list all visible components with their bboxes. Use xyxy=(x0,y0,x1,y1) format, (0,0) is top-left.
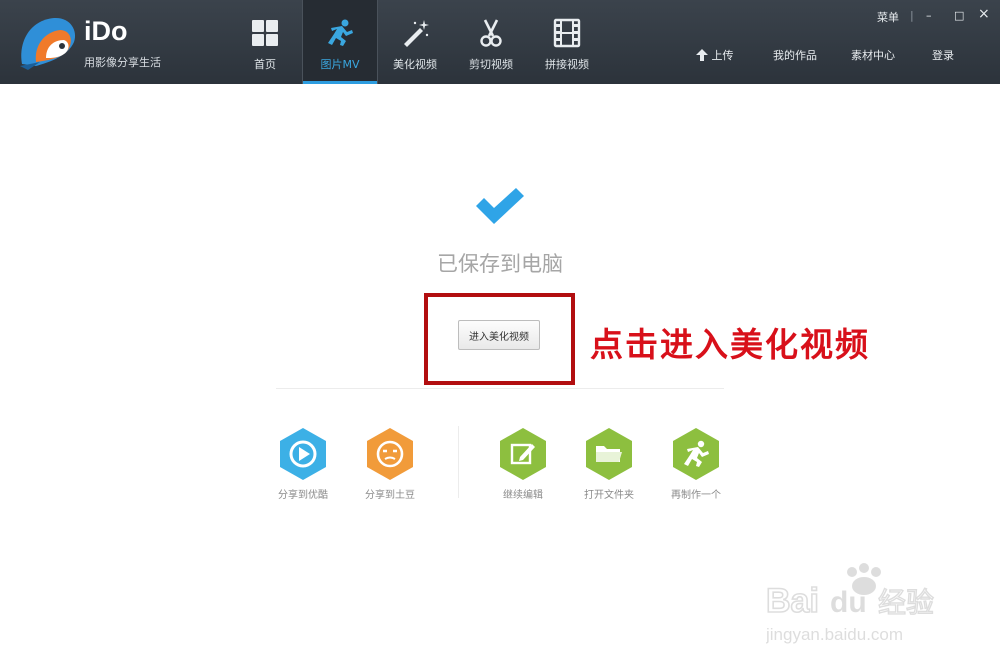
nav-cut-video[interactable]: 剪切视频 xyxy=(454,0,528,84)
svg-text:du: du xyxy=(830,586,867,619)
minimize-button[interactable]: – xyxy=(926,9,932,22)
ido-logo-icon xyxy=(20,17,76,70)
scissors-icon xyxy=(480,19,502,47)
action-label: 分享到土豆 xyxy=(365,490,415,501)
film-strip-icon xyxy=(553,18,581,48)
nav-photo-mv[interactable]: 图片MV xyxy=(302,0,378,84)
running-man-icon xyxy=(328,19,353,46)
top-bar: iDo 用影像分享生活 首页 图片MV 美化视频 剪切视频 拼接视频 菜单 | … xyxy=(0,0,1000,84)
action-label: 再制作一个 xyxy=(671,490,721,501)
svg-text:Bai: Bai xyxy=(766,582,819,620)
tudou-icon xyxy=(367,428,413,480)
baidu-jingyan-watermark: Bai du 经验 jingyan.baidu.com xyxy=(766,563,935,644)
open-folder-button[interactable]: 打开文件夹 xyxy=(569,426,649,501)
action-label: 打开文件夹 xyxy=(584,490,634,501)
window-separator: | xyxy=(910,9,914,22)
magic-wand-icon xyxy=(404,20,429,47)
maximize-button[interactable]: □ xyxy=(954,9,964,22)
login-link[interactable]: 登录 xyxy=(932,47,954,63)
nav-label: 美化视频 xyxy=(393,58,437,71)
edit-icon xyxy=(500,428,546,480)
share-youku-button[interactable]: 分享到优酷 xyxy=(263,426,343,501)
action-label: 分享到优酷 xyxy=(278,490,328,501)
checkmark-icon xyxy=(476,188,524,224)
my-works-link[interactable]: 我的作品 xyxy=(773,47,817,63)
folder-icon xyxy=(586,428,632,480)
upload-arrow-icon xyxy=(696,49,708,61)
nav-label: 拼接视频 xyxy=(545,58,589,71)
nav-beautify-video[interactable]: 美化视频 xyxy=(378,0,452,84)
share-tudou-button[interactable]: 分享到土豆 xyxy=(350,426,430,501)
svg-text:经验: 经验 xyxy=(878,586,934,619)
upload-label: 上传 xyxy=(711,49,734,62)
app-name: iDo xyxy=(84,16,128,46)
nav-home[interactable]: 首页 xyxy=(228,0,302,84)
nav-join-video[interactable]: 拼接视频 xyxy=(530,0,604,84)
grid-icon xyxy=(252,20,278,46)
running-man-icon xyxy=(673,428,719,480)
menu-button[interactable]: 菜单 xyxy=(877,9,899,25)
divider xyxy=(276,388,724,389)
youku-icon xyxy=(280,428,326,480)
continue-edit-button[interactable]: 继续编辑 xyxy=(483,426,563,501)
close-button[interactable]: × xyxy=(978,6,990,22)
materials-link[interactable]: 素材中心 xyxy=(851,47,895,63)
action-label: 继续编辑 xyxy=(503,490,543,501)
nav-label: 剪切视频 xyxy=(469,58,513,71)
enter-beautify-video-button[interactable]: 进入美化视频 xyxy=(458,320,540,350)
nav-label: 图片MV xyxy=(320,58,360,71)
saved-message: 已保存到电脑 xyxy=(437,252,563,276)
svg-text:jingyan.baidu.com: jingyan.baidu.com xyxy=(766,625,903,644)
vertical-divider xyxy=(458,426,459,498)
annotation-text: 点击进入美化视频 xyxy=(590,325,870,364)
upload-button[interactable]: 上传 xyxy=(696,47,734,63)
app-slogan: 用影像分享生活 xyxy=(84,56,161,69)
nav-label: 首页 xyxy=(254,58,276,71)
make-another-button[interactable]: 再制作一个 xyxy=(656,426,736,501)
